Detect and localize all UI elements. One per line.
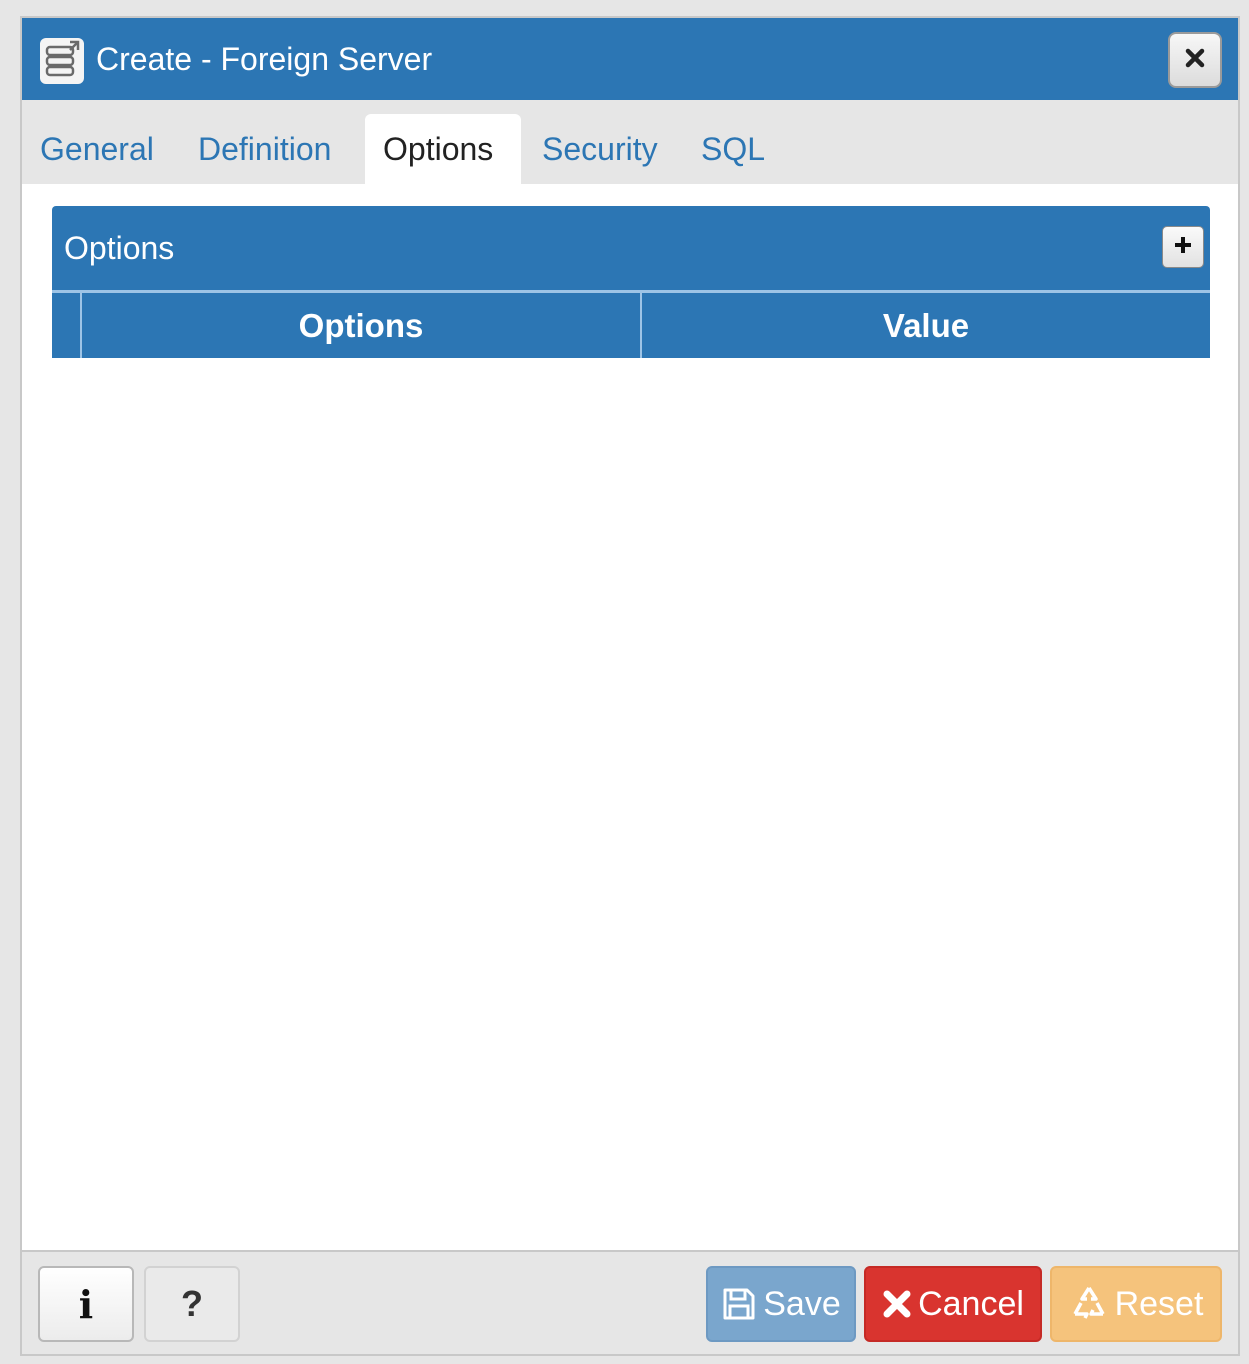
- dialog-title: Create - Foreign Server: [96, 41, 433, 77]
- add-option-button[interactable]: [1162, 226, 1204, 268]
- foreign-server-icon: [40, 38, 84, 84]
- tab-definition[interactable]: Definition: [180, 114, 349, 184]
- reset-label: Reset: [1114, 1284, 1204, 1323]
- save-button[interactable]: Save: [706, 1266, 856, 1342]
- tab-bar: General Definition Options Security SQL: [22, 100, 1238, 184]
- help-button[interactable]: ?: [144, 1266, 240, 1342]
- save-label: Save: [763, 1284, 841, 1323]
- column-header-value[interactable]: Value: [642, 293, 1210, 358]
- info-button[interactable]: i: [38, 1266, 134, 1342]
- tab-general[interactable]: General: [22, 114, 172, 184]
- column-header-options[interactable]: Options: [82, 293, 642, 358]
- tab-security[interactable]: Security: [524, 114, 676, 184]
- cancel-label: Cancel: [918, 1284, 1024, 1323]
- dialog-footer: i ? Save Cancel Reset: [22, 1250, 1238, 1354]
- options-panel: Options Options Value: [52, 206, 1210, 358]
- help-icon: ?: [181, 1283, 203, 1324]
- info-icon: i: [78, 1281, 94, 1327]
- grid-gutter-column: [52, 293, 82, 358]
- tab-sql[interactable]: SQL: [683, 114, 783, 184]
- close-button[interactable]: [1168, 32, 1222, 88]
- close-icon: [1184, 47, 1206, 74]
- options-panel-title: Options: [64, 230, 175, 266]
- tab-options[interactable]: Options: [365, 114, 521, 184]
- cancel-button[interactable]: Cancel: [864, 1266, 1042, 1342]
- recycle-icon: [1069, 1284, 1109, 1324]
- options-grid-header: Options Value: [52, 290, 1210, 358]
- floppy-disk-icon: [721, 1286, 757, 1322]
- dialog-titlebar: Create - Foreign Server: [22, 18, 1238, 100]
- reset-button[interactable]: Reset: [1050, 1266, 1222, 1342]
- close-icon: [882, 1289, 912, 1319]
- create-foreign-server-dialog: Create - Foreign Server General Definiti…: [20, 16, 1240, 1356]
- plus-icon: [1173, 235, 1193, 260]
